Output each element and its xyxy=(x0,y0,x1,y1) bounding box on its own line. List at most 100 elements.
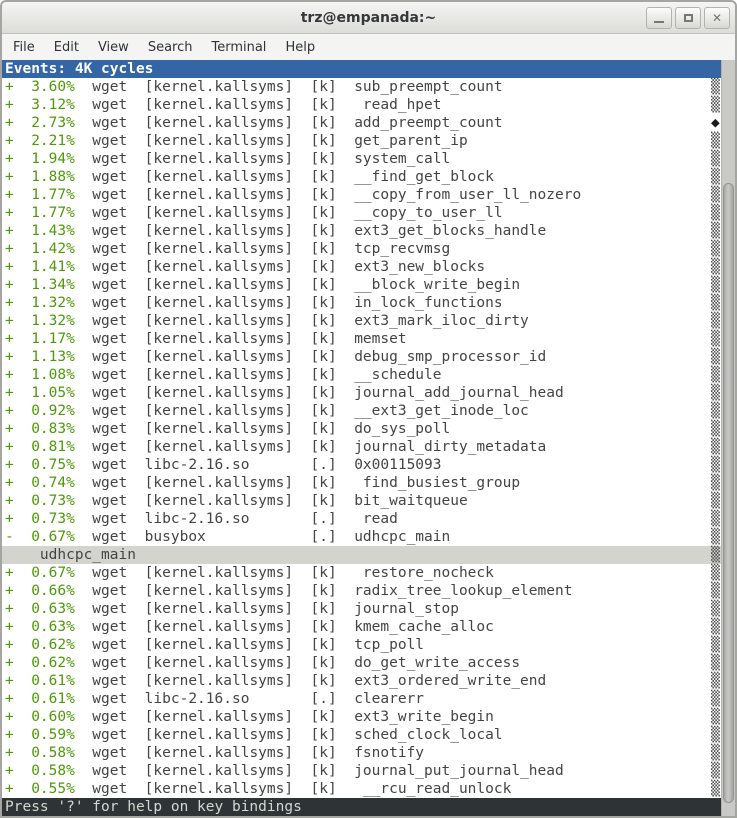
overhead-percent: + 3.60% xyxy=(5,79,75,95)
perf-entry-line: + 0.62% wget [kernel.kallsyms] [k] do_ge… xyxy=(2,655,520,671)
scroll-shade-icon: ▒ xyxy=(711,690,720,708)
perf-entry-row[interactable]: + 0.73% wget libc-2.16.so [.] read▒ xyxy=(2,510,721,528)
entry-detail: wget [kernel.kallsyms] [k] do_get_write_… xyxy=(75,655,520,671)
perf-entry-row[interactable]: + 0.92% wget [kernel.kallsyms] [k] __ext… xyxy=(2,402,721,420)
perf-entry-line: + 1.17% wget [kernel.kallsyms] [k] memse… xyxy=(2,331,407,347)
overhead-percent: + 0.75% xyxy=(5,457,75,473)
menu-item-file[interactable]: File xyxy=(12,38,36,57)
scroll-shade-icon: ▒ xyxy=(711,222,720,240)
scroll-shade-icon: ▒ xyxy=(711,150,720,168)
perf-entry-row[interactable]: + 0.55% wget [kernel.kallsyms] [k] __rcu… xyxy=(2,780,721,798)
scroll-shade-icon: ▒ xyxy=(711,708,720,726)
perf-entry-row[interactable]: + 1.17% wget [kernel.kallsyms] [k] memse… xyxy=(2,330,721,348)
perf-entry-row[interactable]: + 1.77% wget [kernel.kallsyms] [k] __cop… xyxy=(2,204,721,222)
perf-entry-row[interactable]: + 0.73% wget [kernel.kallsyms] [k] bit_w… xyxy=(2,492,721,510)
maximize-button[interactable] xyxy=(675,7,701,29)
perf-entry-row[interactable]: + 1.42% wget [kernel.kallsyms] [k] tcp_r… xyxy=(2,240,721,258)
perf-entry-line: + 0.61% wget [kernel.kallsyms] [k] ext3_… xyxy=(2,673,546,689)
perf-entry-row[interactable]: + 0.67% wget [kernel.kallsyms] [k] resto… xyxy=(2,564,721,582)
entry-detail: wget [kernel.kallsyms] [k] system_call xyxy=(75,151,450,167)
overhead-percent: + 1.34% xyxy=(5,277,75,293)
perf-entry-row[interactable]: + 0.75% wget libc-2.16.so [.] 0x00115093… xyxy=(2,456,721,474)
scroll-shade-icon: ▒ xyxy=(711,258,720,276)
perf-entry-row[interactable]: + 0.83% wget [kernel.kallsyms] [k] do_sy… xyxy=(2,420,721,438)
perf-entry-line: + 1.94% wget [kernel.kallsyms] [k] syste… xyxy=(2,151,450,167)
perf-entry-row[interactable]: + 2.73% wget [kernel.kallsyms] [k] add_p… xyxy=(2,114,721,132)
scroll-shade-icon: ▒ xyxy=(711,528,720,546)
scrollbar-thumb[interactable] xyxy=(723,183,734,803)
entry-detail: wget [kernel.kallsyms] [k] ext3_write_be… xyxy=(75,709,494,725)
perf-entry-row[interactable]: + 0.59% wget [kernel.kallsyms] [k] sched… xyxy=(2,726,721,744)
entry-detail: wget [kernel.kallsyms] [k] __block_write… xyxy=(75,277,520,293)
perf-entry-row[interactable]: + 3.60% wget [kernel.kallsyms] [k] sub_p… xyxy=(2,78,721,96)
scroll-shade-icon: ▒ xyxy=(711,78,720,96)
perf-entry-row[interactable]: + 0.81% wget [kernel.kallsyms] [k] journ… xyxy=(2,438,721,456)
perf-entry-row[interactable]: + 1.41% wget [kernel.kallsyms] [k] ext3_… xyxy=(2,258,721,276)
perf-entry-line: + 1.34% wget [kernel.kallsyms] [k] __blo… xyxy=(2,277,520,293)
entry-detail: wget [kernel.kallsyms] [k] sub_preempt_c… xyxy=(75,79,503,95)
scrollbar-track[interactable] xyxy=(721,60,735,816)
scroll-shade-icon: ▒ xyxy=(711,582,720,600)
perf-entry-row[interactable]: + 1.43% wget [kernel.kallsyms] [k] ext3_… xyxy=(2,222,721,240)
callchain-symbol: udhcpc_main xyxy=(2,547,136,563)
scroll-shade-icon: ▒ xyxy=(711,366,720,384)
perf-entry-row[interactable]: + 1.77% wget [kernel.kallsyms] [k] __cop… xyxy=(2,186,721,204)
overhead-percent: + 1.17% xyxy=(5,331,75,347)
perf-entry-row[interactable]: + 0.60% wget [kernel.kallsyms] [k] ext3_… xyxy=(2,708,721,726)
perf-entry-row[interactable]: + 0.63% wget [kernel.kallsyms] [k] journ… xyxy=(2,600,721,618)
scroll-shade-icon: ▒ xyxy=(711,204,720,222)
menu-item-edit[interactable]: Edit xyxy=(53,38,80,57)
perf-entry-line: + 0.66% wget [kernel.kallsyms] [k] radix… xyxy=(2,583,572,599)
menu-item-search[interactable]: Search xyxy=(147,38,194,57)
entry-detail: wget [kernel.kallsyms] [k] __rcu_read_un… xyxy=(75,781,512,797)
overhead-percent: + 0.67% xyxy=(5,565,75,581)
entry-detail: wget [kernel.kallsyms] [k] read_hpet xyxy=(75,97,442,113)
perf-entry-line: + 1.05% wget [kernel.kallsyms] [k] journ… xyxy=(2,385,564,401)
perf-entry-row[interactable]: + 0.74% wget [kernel.kallsyms] [k] find_… xyxy=(2,474,721,492)
perf-entry-row[interactable]: + 0.61% wget libc-2.16.so [.] clearerr▒ xyxy=(2,690,721,708)
perf-entry-row[interactable]: + 0.58% wget [kernel.kallsyms] [k] journ… xyxy=(2,762,721,780)
entry-detail: wget [kernel.kallsyms] [k] sched_clock_l… xyxy=(75,727,503,743)
maximize-icon xyxy=(684,14,693,22)
overhead-percent: + 0.59% xyxy=(5,727,75,743)
close-button[interactable]: ✕ xyxy=(704,7,730,29)
perf-entry-row[interactable]: + 1.05% wget [kernel.kallsyms] [k] journ… xyxy=(2,384,721,402)
perf-entry-line: + 0.62% wget [kernel.kallsyms] [k] tcp_p… xyxy=(2,637,424,653)
perf-entry-row[interactable]: + 0.62% wget [kernel.kallsyms] [k] do_ge… xyxy=(2,654,721,672)
menu-item-terminal[interactable]: Terminal xyxy=(210,38,267,57)
perf-entry-row[interactable]: - 0.67% wget busybox [.] udhcpc_main▒ xyxy=(2,528,721,546)
perf-entry-row[interactable]: + 1.13% wget [kernel.kallsyms] [k] debug… xyxy=(2,348,721,366)
scroll-shade-icon: ▒ xyxy=(711,240,720,258)
scroll-shade-icon: ▒ xyxy=(711,654,720,672)
perf-entry-row[interactable]: + 3.12% wget [kernel.kallsyms] [k] read_… xyxy=(2,96,721,114)
scroll-shade-icon: ▒ xyxy=(711,384,720,402)
callchain-row[interactable]: udhcpc_main▒ xyxy=(2,546,721,564)
minimize-button[interactable] xyxy=(646,7,672,29)
perf-entry-row[interactable]: + 0.62% wget [kernel.kallsyms] [k] tcp_p… xyxy=(2,636,721,654)
perf-entry-row[interactable]: + 1.08% wget [kernel.kallsyms] [k] __sch… xyxy=(2,366,721,384)
menu-item-view[interactable]: View xyxy=(97,38,130,57)
overhead-percent: + 3.12% xyxy=(5,97,75,113)
perf-entry-row[interactable]: + 1.94% wget [kernel.kallsyms] [k] syste… xyxy=(2,150,721,168)
perf-entry-row[interactable]: + 0.66% wget [kernel.kallsyms] [k] radix… xyxy=(2,582,721,600)
perf-entry-row[interactable]: + 0.61% wget [kernel.kallsyms] [k] ext3_… xyxy=(2,672,721,690)
overhead-percent: + 0.58% xyxy=(5,745,75,761)
perf-entry-row[interactable]: + 0.58% wget [kernel.kallsyms] [k] fsnot… xyxy=(2,744,721,762)
overhead-percent: - 0.67% xyxy=(5,529,75,545)
perf-entry-row[interactable]: + 1.32% wget [kernel.kallsyms] [k] ext3_… xyxy=(2,312,721,330)
overhead-percent: + 1.41% xyxy=(5,259,75,275)
perf-entry-row[interactable]: + 1.34% wget [kernel.kallsyms] [k] __blo… xyxy=(2,276,721,294)
perf-entry-row[interactable]: + 2.21% wget [kernel.kallsyms] [k] get_p… xyxy=(2,132,721,150)
overhead-percent: + 1.32% xyxy=(5,295,75,311)
perf-entry-line: + 1.41% wget [kernel.kallsyms] [k] ext3_… xyxy=(2,259,485,275)
perf-entry-line: + 1.32% wget [kernel.kallsyms] [k] in_lo… xyxy=(2,295,503,311)
overhead-percent: + 1.13% xyxy=(5,349,75,365)
perf-entry-row[interactable]: + 1.88% wget [kernel.kallsyms] [k] __fin… xyxy=(2,168,721,186)
perf-entry-line: + 0.59% wget [kernel.kallsyms] [k] sched… xyxy=(2,727,503,743)
scroll-shade-icon: ▒ xyxy=(711,96,720,114)
perf-entry-row[interactable]: + 1.32% wget [kernel.kallsyms] [k] in_lo… xyxy=(2,294,721,312)
entry-detail: wget [kernel.kallsyms] [k] kmem_cache_al… xyxy=(75,619,494,635)
perf-entry-row[interactable]: + 0.63% wget [kernel.kallsyms] [k] kmem_… xyxy=(2,618,721,636)
menu-item-help[interactable]: Help xyxy=(284,38,316,57)
perf-entry-line: + 1.88% wget [kernel.kallsyms] [k] __fin… xyxy=(2,169,494,185)
